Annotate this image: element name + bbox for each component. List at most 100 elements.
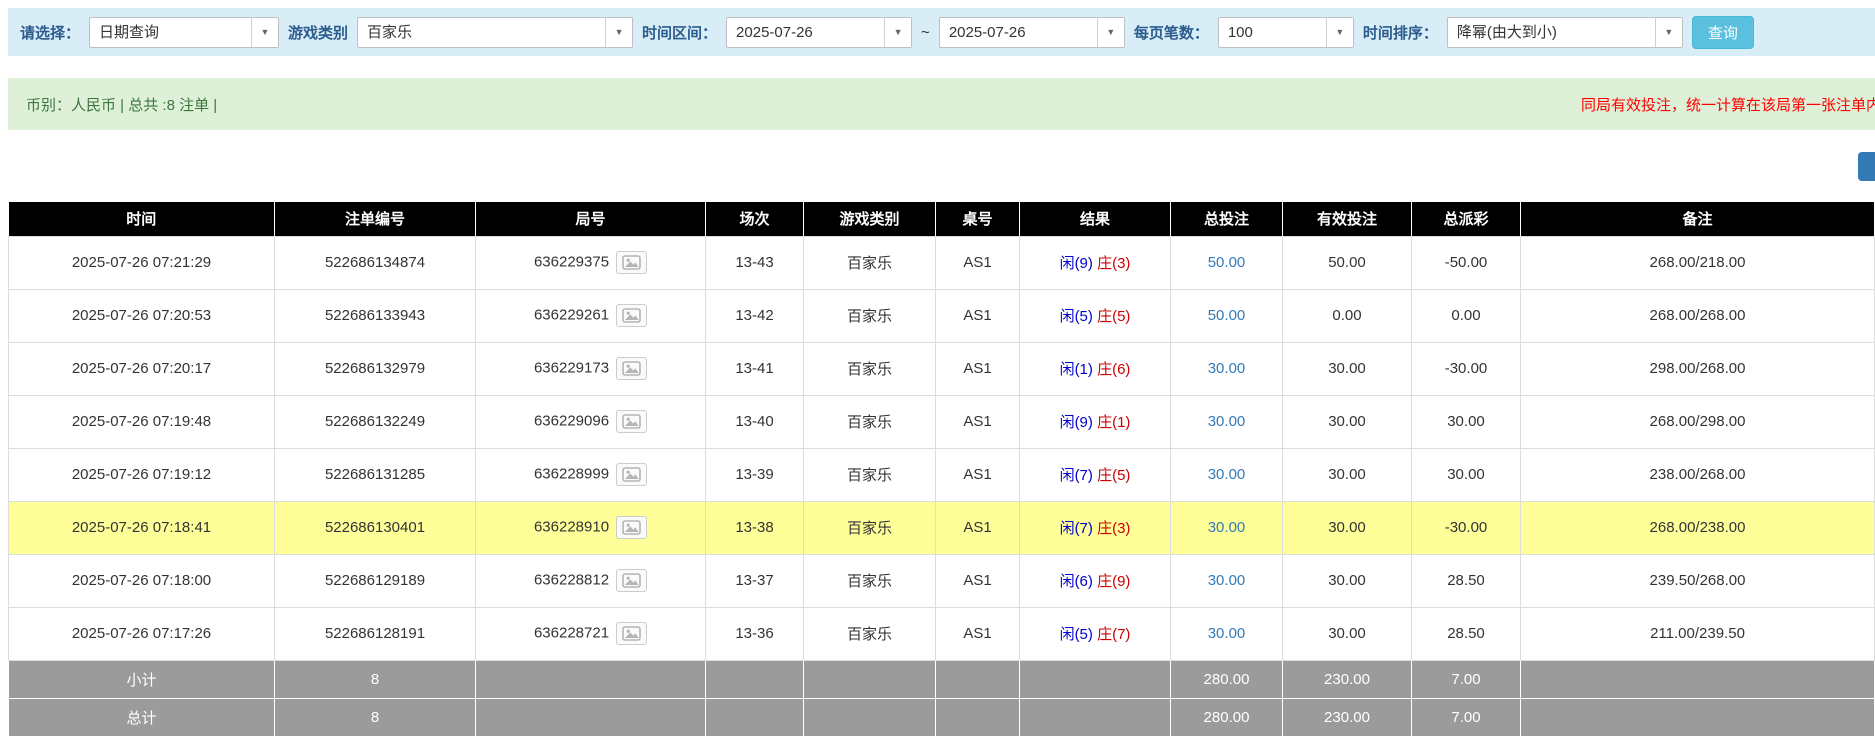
result-player: 闲(6) [1060,573,1093,590]
empty-cell [804,698,936,736]
result-player: 闲(7) [1060,467,1093,484]
empty-cell [706,660,804,698]
total-row: 总计 8 280.00 230.00 7.00 [9,698,1875,736]
total-bet-link[interactable]: 30.00 [1208,572,1246,589]
chevron-down-icon[interactable]: ▼ [884,18,911,47]
cell-note: 298.00/268.00 [1521,342,1875,395]
replay-button[interactable] [616,463,647,486]
cell-session: 13-36 [706,607,804,660]
total-bet-link[interactable]: 30.00 [1208,625,1246,642]
replay-button[interactable] [616,516,647,539]
cell-result: 闲(7) 庄(3) [1020,501,1171,554]
replay-button[interactable] [616,357,647,380]
chevron-down-icon[interactable]: ▼ [1655,18,1682,47]
replay-icon [622,573,641,588]
total-bet-link[interactable]: 30.00 [1208,360,1246,377]
cell-game-type: 百家乐 [804,236,936,289]
total-total-bet: 280.00 [1171,698,1283,736]
cell-time: 2025-07-26 07:17:26 [9,607,275,660]
game-type-label: 游戏类别 [288,22,348,43]
query-type-select[interactable]: 日期查询 ▼ [89,17,279,48]
cell-table-number: AS1 [936,289,1020,342]
cell-bet-id: 522686128191 [275,607,476,660]
chevron-down-icon[interactable]: ▼ [251,18,278,47]
replay-icon [622,361,641,376]
cell-bet-id: 522686131285 [275,448,476,501]
search-button[interactable]: 查询 [1692,16,1754,49]
cell-round: 636228910 [476,501,706,554]
cell-result: 闲(7) 庄(5) [1020,448,1171,501]
cell-bet-id: 522686134874 [275,236,476,289]
chevron-down-icon[interactable]: ▼ [1097,18,1124,47]
date-to-picker[interactable]: 2025-07-26 ▼ [939,17,1125,48]
round-id: 636229375 [534,253,609,270]
cell-result: 闲(6) 庄(9) [1020,554,1171,607]
cell-result: 闲(9) 庄(3) [1020,236,1171,289]
empty-cell [936,698,1020,736]
date-to-value: 2025-07-26 [940,18,1097,47]
result-player: 闲(5) [1060,626,1093,643]
cell-valid-bet: 30.00 [1283,448,1412,501]
result-player: 闲(9) [1060,255,1093,272]
result-banker: 庄(1) [1097,414,1130,431]
cell-game-type: 百家乐 [804,289,936,342]
cell-result: 闲(1) 庄(6) [1020,342,1171,395]
date-from-value: 2025-07-26 [727,18,884,47]
replay-button[interactable] [616,622,647,645]
total-bet-link[interactable]: 50.00 [1208,254,1246,271]
total-valid-bet: 230.00 [1283,698,1412,736]
column-header-10: 备注 [1521,202,1875,236]
cell-valid-bet: 30.00 [1283,395,1412,448]
replay-button[interactable] [616,304,647,327]
cell-total-bet: 30.00 [1171,342,1283,395]
total-bet-link[interactable]: 30.00 [1208,466,1246,483]
cell-session: 13-37 [706,554,804,607]
time-range-label: 时间区间： [642,22,717,43]
chevron-down-icon[interactable]: ▼ [605,18,632,47]
cell-total-bet: 30.00 [1171,554,1283,607]
cell-table-number: AS1 [936,501,1020,554]
result-banker: 庄(5) [1097,308,1130,325]
total-payout: 7.00 [1412,698,1521,736]
cell-bet-id: 522686130401 [275,501,476,554]
replay-button[interactable] [616,251,647,274]
cell-session: 13-43 [706,236,804,289]
cell-total-bet: 30.00 [1171,395,1283,448]
chevron-down-icon[interactable]: ▼ [1326,18,1353,47]
page: 请选择： 日期查询 ▼ 游戏类别 百家乐 ▼ 时间区间： 2025-07-26 … [0,0,1875,737]
table-row: 2025-07-26 07:20:53522686133943636229261… [9,289,1875,342]
result-player: 闲(5) [1060,308,1093,325]
subtotal-valid-bet: 230.00 [1283,660,1412,698]
cell-session: 13-42 [706,289,804,342]
result-banker: 庄(3) [1097,520,1130,537]
total-bet-link[interactable]: 30.00 [1208,413,1246,430]
cell-game-type: 百家乐 [804,501,936,554]
subtotal-label: 小计 [9,660,275,698]
cell-total-bet: 50.00 [1171,289,1283,342]
cell-round: 636229261 [476,289,706,342]
page-size-select[interactable]: 100 ▼ [1218,17,1354,48]
currency-summary-text: 币别：人民币 | 总共 :8 注单 | [26,94,217,115]
query-type-value: 日期查询 [90,18,251,47]
sort-select[interactable]: 降幂(由大到小) ▼ [1447,17,1683,48]
game-type-select[interactable]: 百家乐 ▼ [357,17,633,48]
partial-button-cutoff[interactable] [1858,152,1875,181]
date-from-picker[interactable]: 2025-07-26 ▼ [726,17,912,48]
game-type-value: 百家乐 [358,18,605,47]
replay-button[interactable] [616,569,647,592]
subtotal-total-bet: 280.00 [1171,660,1283,698]
cell-note: 268.00/218.00 [1521,236,1875,289]
total-bet-link[interactable]: 50.00 [1208,307,1246,324]
total-bet-link[interactable]: 30.00 [1208,519,1246,536]
cell-result: 闲(9) 庄(1) [1020,395,1171,448]
cell-game-type: 百家乐 [804,554,936,607]
cell-round: 636228999 [476,448,706,501]
cell-time: 2025-07-26 07:18:41 [9,501,275,554]
round-id: 636228999 [534,465,609,482]
replay-button[interactable] [616,410,647,433]
round-id: 636228721 [534,624,609,641]
cell-session: 13-39 [706,448,804,501]
column-header-7: 总投注 [1171,202,1283,236]
gap-zone [8,130,1875,202]
replay-icon [622,467,641,482]
